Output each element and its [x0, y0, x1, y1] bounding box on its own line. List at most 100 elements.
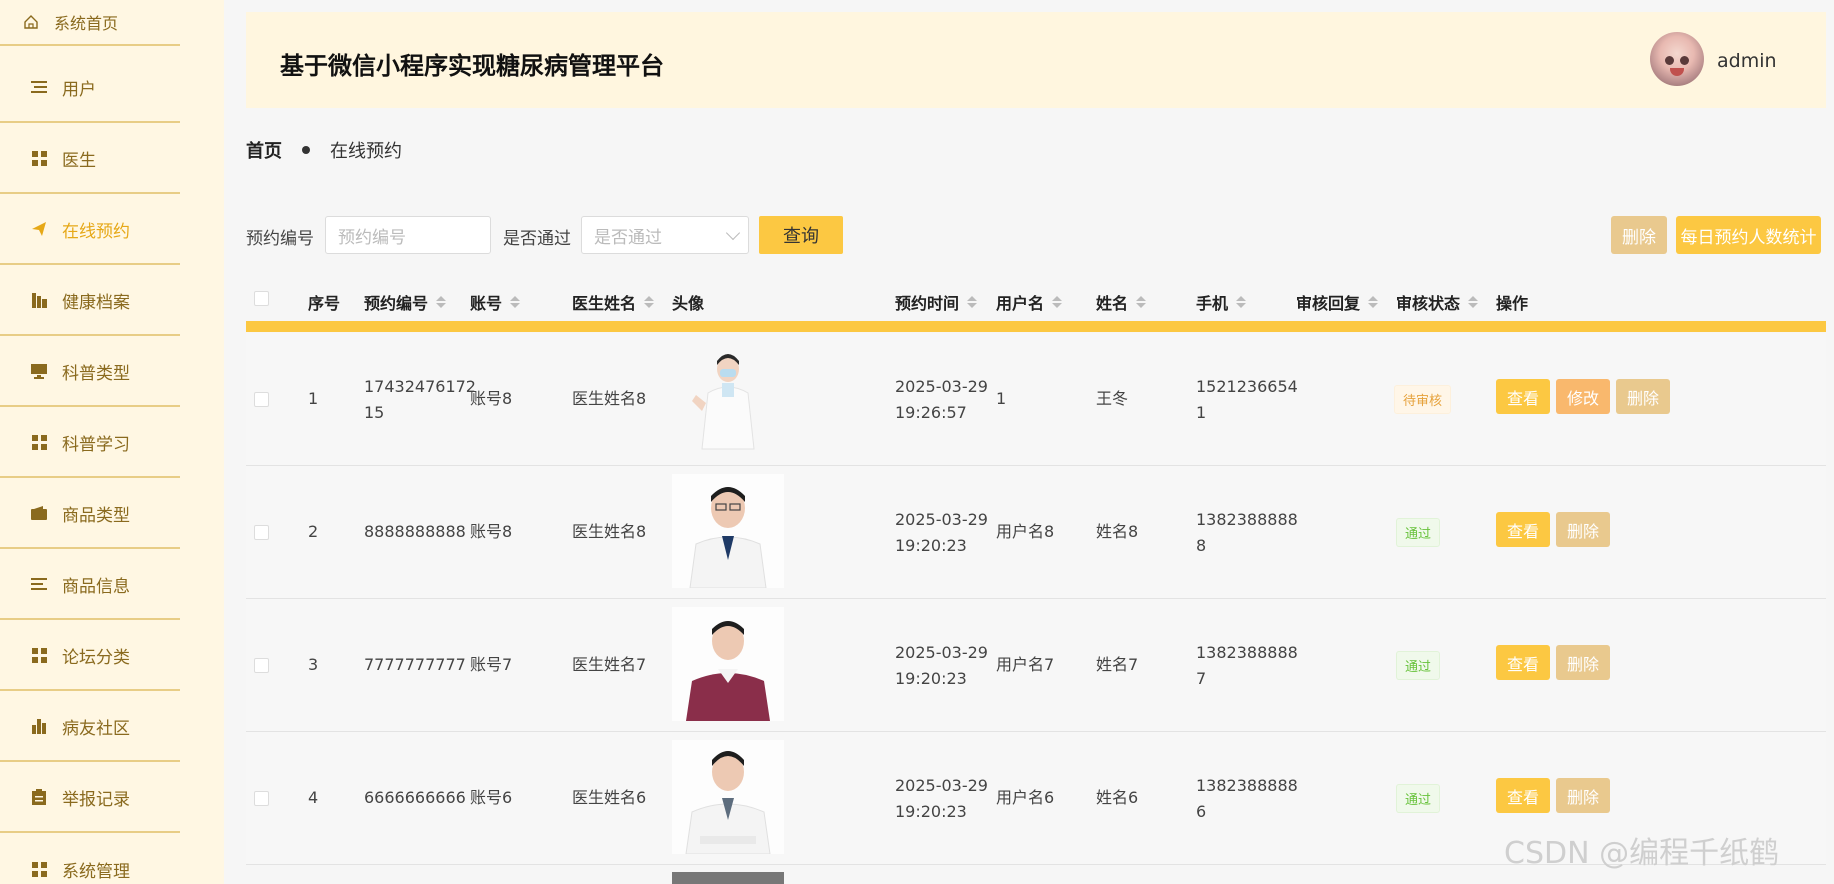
- col-user[interactable]: 用户名: [996, 290, 1063, 314]
- list-icon: [30, 575, 48, 593]
- cell-name: 姓名7: [1096, 655, 1139, 674]
- doctor-photo-partial: [672, 872, 784, 884]
- bar-chart-icon: [30, 717, 48, 735]
- view-button[interactable]: 查看: [1496, 645, 1550, 680]
- cell-account: 账号8: [470, 522, 513, 541]
- cell-account: 账号6: [470, 788, 513, 807]
- sidebar-item-system[interactable]: 系统管理: [0, 834, 180, 884]
- avatar-eye: [1680, 56, 1689, 65]
- sort-icon[interactable]: [644, 296, 655, 308]
- col-doctor[interactable]: 医生姓名: [572, 290, 655, 314]
- avatar-eye: [1665, 56, 1674, 65]
- cell-code-line1: 17432476172: [364, 377, 476, 396]
- delete-button[interactable]: 删除: [1616, 379, 1670, 414]
- status-badge: 通过: [1396, 784, 1441, 813]
- sort-icon[interactable]: [510, 296, 521, 308]
- cell-code: 6666666666: [364, 788, 466, 807]
- cell-doctor: 医生姓名8: [572, 522, 647, 541]
- cell-code: 7777777777: [364, 655, 466, 674]
- page-title: 基于微信小程序实现糖尿病管理平台: [280, 52, 664, 80]
- breadcrumb-home[interactable]: 首页: [246, 137, 282, 163]
- sidebar-item-label: 系统管理: [62, 861, 130, 882]
- col-label: 账号: [470, 294, 503, 313]
- cell-phone-line2: 7: [1196, 669, 1207, 688]
- cell-time: 19:20:23: [895, 536, 967, 555]
- breadcrumb-separator: [302, 146, 310, 154]
- sort-icon[interactable]: [967, 296, 978, 308]
- cell-doctor: 医生姓名6: [572, 788, 647, 807]
- delete-button[interactable]: 删除: [1556, 778, 1610, 813]
- row-checkbox[interactable]: [254, 392, 269, 407]
- col-code[interactable]: 预约编号: [364, 290, 447, 314]
- col-label: 序号: [308, 294, 341, 313]
- sort-icon[interactable]: [1052, 296, 1063, 308]
- delete-button[interactable]: 删除: [1556, 512, 1610, 547]
- sort-icon[interactable]: [1236, 296, 1247, 308]
- table-row: 1 17432476172 15 账号8 医生姓名8 2025-03-29 19…: [246, 333, 1826, 466]
- sidebar-item-label: 医生: [62, 150, 96, 171]
- cell-phone-line2: 8: [1196, 536, 1207, 555]
- table-row: 2 8888888888 账号8 医生姓名8 2025-03-29 19:20:…: [246, 466, 1826, 599]
- edit-button[interactable]: 修改: [1556, 379, 1610, 414]
- sidebar-item-users[interactable]: 用户: [0, 53, 180, 123]
- col-photo: 头像: [672, 290, 704, 314]
- sidebar-item-patient-community[interactable]: 病友社区: [0, 692, 180, 762]
- col-reply[interactable]: 审核回复: [1296, 290, 1379, 314]
- row-checkbox[interactable]: [254, 791, 269, 806]
- col-label: 医生姓名: [572, 294, 637, 313]
- row-checkbox[interactable]: [254, 658, 269, 673]
- cell-name: 王冬: [1096, 389, 1129, 408]
- row-checkbox[interactable]: [254, 525, 269, 540]
- col-time[interactable]: 预约时间: [895, 290, 978, 314]
- sidebar-item-health-records[interactable]: 健康档案: [0, 266, 180, 336]
- sidebar-item-product-types[interactable]: 商品类型: [0, 479, 180, 549]
- view-button[interactable]: 查看: [1496, 512, 1550, 547]
- cell-user: 用户名6: [996, 788, 1055, 807]
- approved-select[interactable]: 是否通过: [581, 216, 749, 254]
- username[interactable]: admin: [1717, 50, 1777, 72]
- sidebar-item-label: 在线预约: [62, 221, 130, 242]
- cell-name: 姓名8: [1096, 522, 1139, 541]
- cell-date: 2025-03-29: [895, 510, 988, 529]
- status-badge: 通过: [1396, 651, 1441, 680]
- sort-icon[interactable]: [436, 296, 447, 308]
- monitor-icon: [30, 362, 48, 380]
- cell-code-line2: 15: [364, 403, 385, 422]
- doctor-photo: [672, 341, 784, 455]
- send-icon: [30, 220, 48, 238]
- sidebar-item-forum-categories[interactable]: 论坛分类: [0, 621, 180, 691]
- sidebar-item-product-info[interactable]: 商品信息: [0, 550, 180, 620]
- sidebar-item-science-types[interactable]: 科普类型: [0, 337, 180, 407]
- delete-button[interactable]: 删除: [1556, 645, 1610, 680]
- cell-account: 账号7: [470, 655, 513, 674]
- code-input[interactable]: 预约编号: [325, 216, 491, 254]
- status-badge: 通过: [1396, 518, 1441, 547]
- sidebar-item-home[interactable]: 系统首页: [0, 0, 180, 46]
- col-phone[interactable]: 手机: [1196, 290, 1247, 314]
- sidebar-item-reports[interactable]: 举报记录: [0, 763, 180, 833]
- query-button[interactable]: 查询: [759, 216, 843, 254]
- chart-icon: [30, 291, 48, 309]
- col-account[interactable]: 账号: [470, 290, 521, 314]
- select-all-checkbox[interactable]: [254, 291, 269, 306]
- view-button[interactable]: 查看: [1496, 379, 1550, 414]
- daily-stats-button[interactable]: 每日预约人数统计: [1676, 216, 1821, 254]
- sort-icon[interactable]: [1136, 296, 1147, 308]
- sidebar-item-label: 举报记录: [62, 789, 130, 810]
- col-name[interactable]: 姓名: [1096, 290, 1147, 314]
- sidebar-item-doctors[interactable]: 医生: [0, 124, 180, 194]
- avatar[interactable]: [1650, 32, 1704, 86]
- code-label: 预约编号: [246, 229, 314, 249]
- sidebar-item-label: 系统首页: [54, 14, 119, 33]
- watermark: CSDN @编程千纸鹤: [1504, 836, 1780, 871]
- sort-icon[interactable]: [1468, 296, 1479, 308]
- cell-time: 19:20:23: [895, 802, 967, 821]
- sidebar-item-science-learning[interactable]: 科普学习: [0, 408, 180, 478]
- view-button[interactable]: 查看: [1496, 778, 1550, 813]
- col-status[interactable]: 审核状态: [1396, 290, 1479, 314]
- sort-icon[interactable]: [1368, 296, 1379, 308]
- cell-date: 2025-03-29: [895, 776, 988, 795]
- sidebar-item-appointments[interactable]: 在线预约: [0, 195, 180, 265]
- batch-delete-button[interactable]: 删除: [1611, 216, 1667, 254]
- cell-idx: 1: [308, 389, 319, 408]
